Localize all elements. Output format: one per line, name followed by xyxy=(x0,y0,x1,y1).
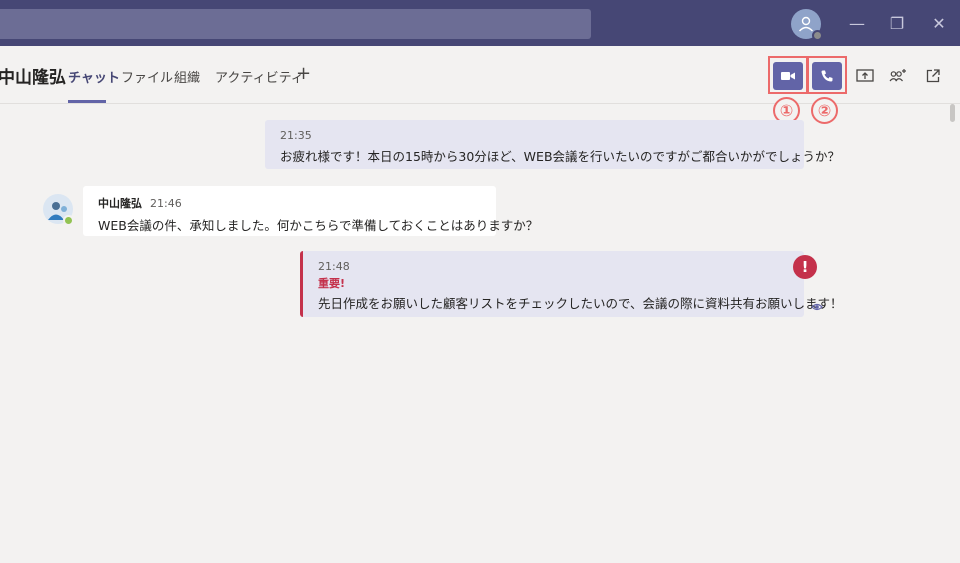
message-text: 先日作成をお願いした顧客リストをチェックしたいので、会議の際に資料共有お願いしま… xyxy=(318,296,843,311)
read-receipt-icon xyxy=(811,303,823,311)
scrollbar-thumb[interactable] xyxy=(950,104,955,122)
contact-presence-badge xyxy=(63,215,74,226)
chat-title: 中山隆弘 xyxy=(0,68,66,88)
annotation-marker-2: ② xyxy=(811,97,838,124)
active-tab-indicator xyxy=(68,100,106,103)
restore-icon: ❐ xyxy=(889,13,905,33)
message-bubble-important[interactable]: 21:48 重要! 先日作成をお願いした顧客リストをチェックしたいので、会議の際… xyxy=(300,251,843,317)
title-bar: — ❐ ✕ xyxy=(0,0,960,46)
message-time: 21:35 xyxy=(280,129,312,142)
search-input[interactable] xyxy=(0,9,591,39)
add-people-button[interactable] xyxy=(888,66,908,86)
tab-chat[interactable]: チャット xyxy=(68,67,120,86)
message-time: 21:48 xyxy=(318,260,350,273)
tab-activity[interactable]: アクティビティ xyxy=(215,67,304,86)
message-time: 21:46 xyxy=(150,197,182,210)
maximize-button[interactable]: ❐ xyxy=(886,13,908,33)
audio-call-button[interactable] xyxy=(812,62,842,90)
phone-icon xyxy=(821,70,833,82)
message-bubble[interactable]: 21:35 お疲れ様です！本日の15時から30分ほど、WEB会議を行いたいのです… xyxy=(265,120,841,169)
video-camera-icon xyxy=(781,72,795,80)
close-button[interactable]: ✕ xyxy=(928,13,950,33)
my-avatar[interactable] xyxy=(791,9,823,41)
tab-files[interactable]: ファイル xyxy=(121,67,173,86)
message-bubble[interactable]: 中山隆弘 21:46 WEB会議の件、承知しました。何かこちらで準備しておくことは… xyxy=(83,186,539,236)
tab-organization[interactable]: 組織 xyxy=(174,67,200,86)
user-icon xyxy=(798,16,814,32)
chat-header: 中山隆弘 チャット ファイル 組織 アクティビティ + ① ② xyxy=(0,46,960,124)
important-icon: ! xyxy=(793,255,817,279)
message-text: お疲れ様です！本日の15時から30分ほど、WEB会議を行いたいのですがご都合いか… xyxy=(280,149,841,164)
add-tab-button[interactable]: + xyxy=(296,63,312,84)
popout-button[interactable] xyxy=(923,66,943,86)
close-icon: ✕ xyxy=(932,13,946,33)
share-screen-button[interactable] xyxy=(855,66,875,86)
presence-status-badge xyxy=(812,30,823,41)
share-screen-icon xyxy=(856,69,874,82)
video-call-button[interactable] xyxy=(773,62,803,90)
minimize-icon: — xyxy=(849,13,865,33)
message-sender: 中山隆弘 xyxy=(98,197,142,210)
popout-icon xyxy=(926,69,940,83)
add-people-icon xyxy=(889,69,906,82)
message-text: WEB会議の件、承知しました。何かこちらで準備しておくことはありますか？ xyxy=(98,218,539,233)
important-label: 重要! xyxy=(318,277,346,290)
minimize-button[interactable]: — xyxy=(846,13,868,33)
